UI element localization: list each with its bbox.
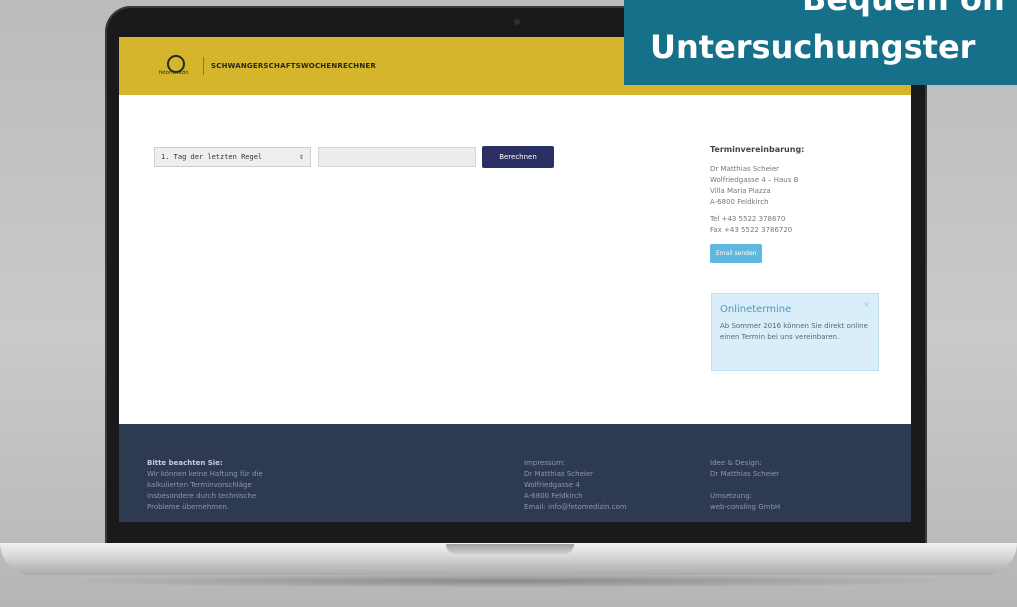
address-line: Villa Maria Piazza [710, 187, 771, 195]
imprint-email[interactable]: Email: info@fetomedizin.com [524, 502, 627, 513]
calculate-button[interactable]: Berechnen [482, 146, 554, 168]
logo-text: fetomedizin [159, 70, 189, 76]
site-title: SCHWANGERSCHAFTSWOCHENRECHNER [211, 62, 376, 70]
site-footer: Bitte beachten Sie: Wir können keine Haf… [119, 424, 911, 522]
imprint-line[interactable]: Impressum: [524, 458, 627, 469]
disclaimer-line: Wir können keine Haftung für die [147, 470, 263, 478]
fax-number: Fax +43 5522 3786720 [710, 226, 793, 234]
laptop-shadow [40, 574, 977, 588]
disclaimer-line: kalkulierten Terminvorschläge [147, 481, 252, 489]
select-value: 1. Tag der letzten Regel [161, 153, 263, 161]
address-line: Dr Matthias Scheier [710, 165, 780, 173]
fetomedizin-logo[interactable]: fetomedizin [159, 55, 189, 77]
imprint-line: Dr Matthias Scheier [524, 470, 594, 478]
disclaimer-line: insbesondere durch technische [147, 492, 257, 500]
credits-line [710, 480, 780, 491]
header-divider [203, 57, 204, 75]
imprint-line: Wolfriedgasse 4 [524, 481, 580, 489]
credits-line: Umsetzung: [710, 492, 752, 500]
phone-number: Tel +43 5522 378670 [710, 215, 786, 223]
laptop-screen: fetomedizin SCHWANGERSCHAFTSWOCHENRECHNE… [119, 37, 911, 522]
imprint-line: A-6800 Feldkirch [524, 492, 583, 500]
close-icon[interactable]: × [863, 300, 870, 309]
address-line: A-6800 Feldkirch [710, 198, 769, 206]
notice-text: Ab Sommer 2016 können Sie direkt online … [720, 322, 868, 341]
laptop-notch [446, 544, 574, 554]
notice-title: Onlinetermine [720, 304, 792, 315]
send-email-button[interactable]: Email senden [710, 244, 763, 263]
select-arrows-icon: ⇕ [299, 152, 304, 161]
footer-credits: Idee & Design: Dr Matthias Scheier Umset… [710, 458, 780, 513]
promo-line-1: Bequem on [802, 0, 1005, 18]
date-input[interactable] [318, 147, 476, 167]
appointment-sidebar: Terminvereinbarung: Dr Matthias Scheier … [710, 145, 885, 263]
promo-line-2: Untersuchungster [650, 28, 976, 66]
credits-line[interactable]: web-consling GmbH [710, 502, 780, 513]
camera-dot [514, 19, 520, 25]
footer-imprint: Impressum: Dr Matthias Scheier Wolfriedg… [524, 458, 627, 513]
footer-disclaimer: Bitte beachten Sie: Wir können keine Haf… [147, 458, 263, 513]
calculation-basis-select[interactable]: 1. Tag der letzten Regel ⇕ [154, 147, 311, 167]
address-line: Wolfriedgasse 4 – Haus B [710, 176, 799, 184]
disclaimer-line: Probleme übernehmen. [147, 503, 230, 511]
disclaimer-heading: Bitte beachten Sie: [147, 459, 223, 467]
appointment-heading: Terminvereinbarung: [710, 145, 805, 154]
online-appointments-notice: Onlinetermine × Ab Sommer 2016 können Si… [711, 293, 879, 371]
promo-banner: Bequem on Untersuchungster [624, 0, 1017, 85]
credits-line: Dr Matthias Scheier [710, 470, 780, 478]
credits-line: Idee & Design: [710, 459, 762, 467]
